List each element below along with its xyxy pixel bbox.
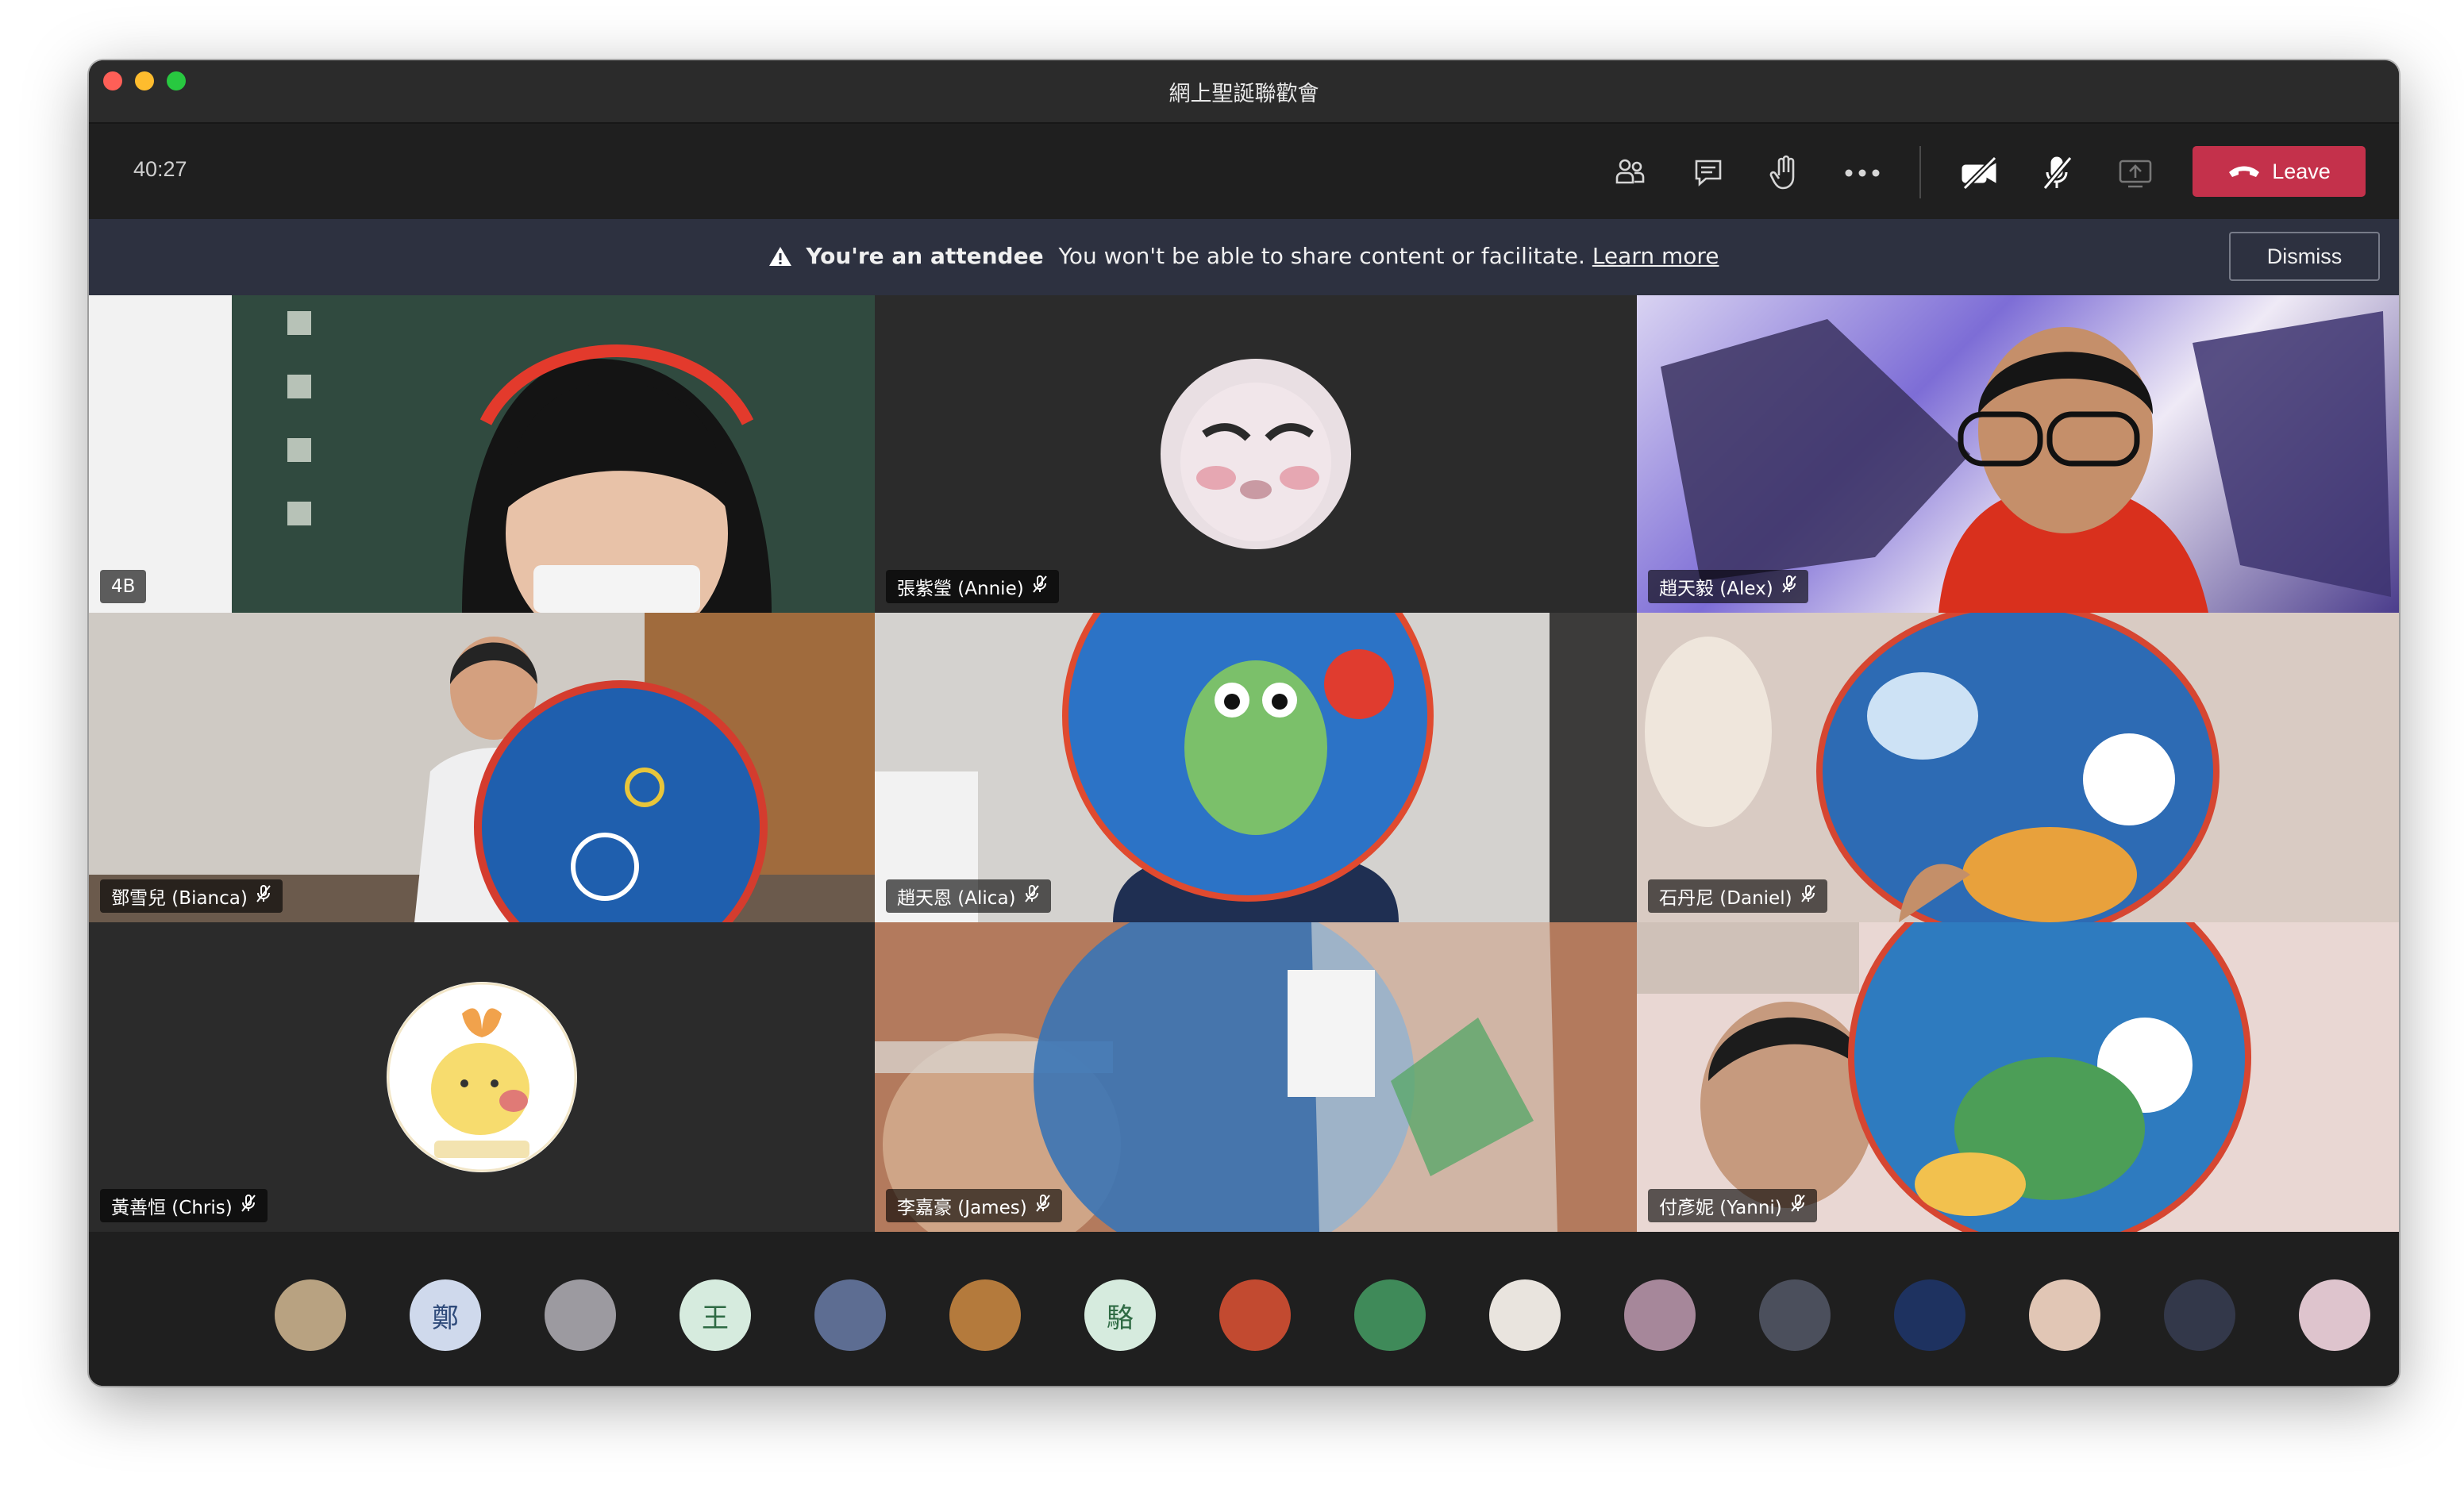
participant-avatar[interactable]	[1489, 1279, 1561, 1351]
video-tile-annie[interactable]: 張紫瑩 (Annie)	[875, 295, 1637, 613]
meeting-timer: 40:27	[133, 157, 187, 181]
participants-icon[interactable]	[1607, 149, 1654, 197]
video-tile-chris[interactable]: 黃善恒 (Chris)	[89, 922, 875, 1232]
video-feed	[1661, 311, 2391, 613]
raise-hand-icon[interactable]	[1761, 149, 1808, 197]
participant-avatar[interactable]: 鄭	[410, 1279, 481, 1351]
more-options-icon[interactable]	[1838, 149, 1886, 197]
banner-title: You're an attendee	[806, 243, 1044, 269]
video-tile-alex[interactable]: 趙天毅 (Alex)	[1637, 295, 2399, 613]
participant-avatar[interactable]	[1894, 1279, 1965, 1351]
participant-avatar	[387, 982, 577, 1172]
toolbar-divider	[1919, 146, 1921, 198]
participant-avatar[interactable]	[545, 1279, 616, 1351]
participant-avatar[interactable]	[2029, 1279, 2100, 1351]
participant-name-tag: 黃善恒 (Chris)	[100, 1189, 268, 1222]
muted-mic-icon	[1024, 884, 1040, 908]
muted-mic-icon	[1781, 575, 1797, 598]
participant-avatar[interactable]: 駱	[1084, 1279, 1156, 1351]
leave-button[interactable]: Leave	[2193, 146, 2366, 197]
participant-avatar[interactable]	[2299, 1279, 2370, 1351]
participant-avatar-strip: 鄭 王 駱	[89, 1237, 2399, 1386]
video-tile-yanni[interactable]: 付彥妮 (Yanni)	[1637, 922, 2399, 1232]
leave-label: Leave	[2272, 159, 2331, 183]
participant-avatar[interactable]	[2164, 1279, 2235, 1351]
participant-avatar[interactable]: 王	[680, 1279, 751, 1351]
participant-name-tag: 張紫瑩 (Annie)	[886, 570, 1059, 603]
muted-mic-icon	[1035, 1194, 1051, 1218]
participant-avatar	[1161, 359, 1351, 549]
video-feed	[232, 295, 875, 613]
learn-more-link[interactable]: Learn more	[1592, 243, 1719, 269]
title-bar: 網上聖誕聯歡會	[89, 60, 2399, 124]
participant-name-tag: 鄧雪兒 (Bianca)	[100, 879, 283, 913]
chat-icon[interactable]	[1684, 149, 1732, 197]
banner-message: You're an attendee You won't be able to …	[89, 243, 2399, 269]
participant-name-tag: 石丹尼 (Daniel)	[1648, 879, 1827, 913]
video-tile-bianca[interactable]: 鄧雪兒 (Bianca)	[89, 613, 875, 922]
meeting-toolbar: 40:27 Leave	[89, 124, 2399, 219]
banner-text: You won't be able to share content or fa…	[1058, 243, 1585, 269]
participant-avatar[interactable]	[1624, 1279, 1696, 1351]
video-feed	[1637, 922, 2251, 1232]
teams-meeting-window: 網上聖誕聯歡會 40:27 Leave You're an attendee Y…	[89, 60, 2399, 1386]
video-feed	[875, 613, 1637, 922]
attendee-banner: You're an attendee You won't be able to …	[89, 219, 2399, 295]
dismiss-button[interactable]: Dismiss	[2229, 232, 2380, 281]
participant-name-tag: 李嘉豪 (James)	[886, 1189, 1062, 1222]
video-feed	[1645, 613, 2220, 922]
muted-mic-icon	[256, 884, 271, 908]
mic-off-icon[interactable]	[2034, 149, 2081, 197]
video-tile-james[interactable]: 李嘉豪 (James)	[875, 922, 1637, 1232]
video-tile-4b[interactable]: 4B	[89, 295, 875, 613]
phone-hangup-icon	[2227, 160, 2261, 184]
participant-avatar[interactable]	[1759, 1279, 1831, 1351]
participant-avatar[interactable]	[949, 1279, 1021, 1351]
warning-icon	[768, 243, 806, 269]
camera-off-icon[interactable]	[1956, 149, 2004, 197]
participant-name-tag: 付彥妮 (Yanni)	[1648, 1189, 1817, 1222]
muted-mic-icon	[1790, 1194, 1806, 1218]
participant-name-tag: 趙天毅 (Alex)	[1648, 570, 1808, 603]
video-feed	[89, 613, 875, 922]
participant-name-tag: 趙天恩 (Alica)	[886, 879, 1051, 913]
window-title: 網上聖誕聯歡會	[1168, 82, 1319, 106]
muted-mic-icon	[241, 1194, 256, 1218]
participant-name-tag: 4B	[100, 570, 147, 603]
muted-mic-icon	[1800, 884, 1816, 908]
participant-avatar[interactable]	[1219, 1279, 1291, 1351]
participant-avatar[interactable]	[814, 1279, 886, 1351]
share-screen-icon[interactable]	[2112, 149, 2159, 197]
muted-mic-icon	[1032, 575, 1048, 598]
video-tile-alica[interactable]: 趙天恩 (Alica)	[875, 613, 1637, 922]
participant-avatar[interactable]	[1354, 1279, 1426, 1351]
participant-avatar[interactable]	[275, 1279, 346, 1351]
video-tile-daniel[interactable]: 石丹尼 (Daniel)	[1637, 613, 2399, 922]
video-feed	[875, 922, 1637, 1232]
